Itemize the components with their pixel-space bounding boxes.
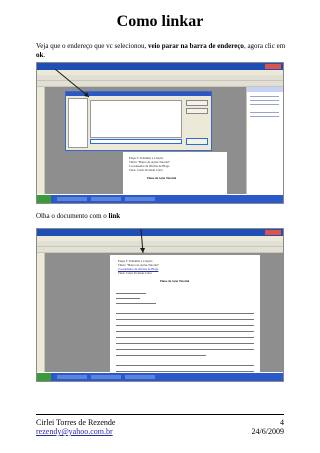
footer-date: 24/6/2009 [251, 427, 284, 436]
intro-text-mid: , agora clic em [243, 42, 286, 50]
footer-author: Cirlei Torres de Rezende [36, 418, 116, 427]
intro-text-start: Veja que o endereço que vc selecionou, [36, 42, 148, 50]
caption-text-bold: link [108, 212, 121, 220]
intro-text-end: . [43, 51, 46, 59]
footer-divider [36, 414, 284, 415]
caption-document-link: Olha o documento com o link [36, 212, 120, 220]
page-title: Como linkar [116, 13, 204, 30]
caption-text-start: Olha o documento com o [36, 212, 109, 220]
arrow-to-link [140, 229, 145, 254]
arrow-to-address-field [54, 68, 90, 98]
intro-paragraph: Veja que o endereço que vc selecionou, v… [36, 42, 286, 60]
screenshot-document-with-link: Etapa 3: Trabalhar a Criação Título: "Ba… [36, 228, 284, 382]
footer-email-link[interactable]: rezendy@yahoo.com.br [36, 427, 113, 436]
intro-text-bold: veio parar na barra de endereço [147, 42, 244, 50]
footer-page-number: 4 [280, 418, 284, 427]
screenshot-hyperlink-dialog: Etapa 3: Trabalhar a Criação Título: "Ba… [36, 62, 284, 204]
